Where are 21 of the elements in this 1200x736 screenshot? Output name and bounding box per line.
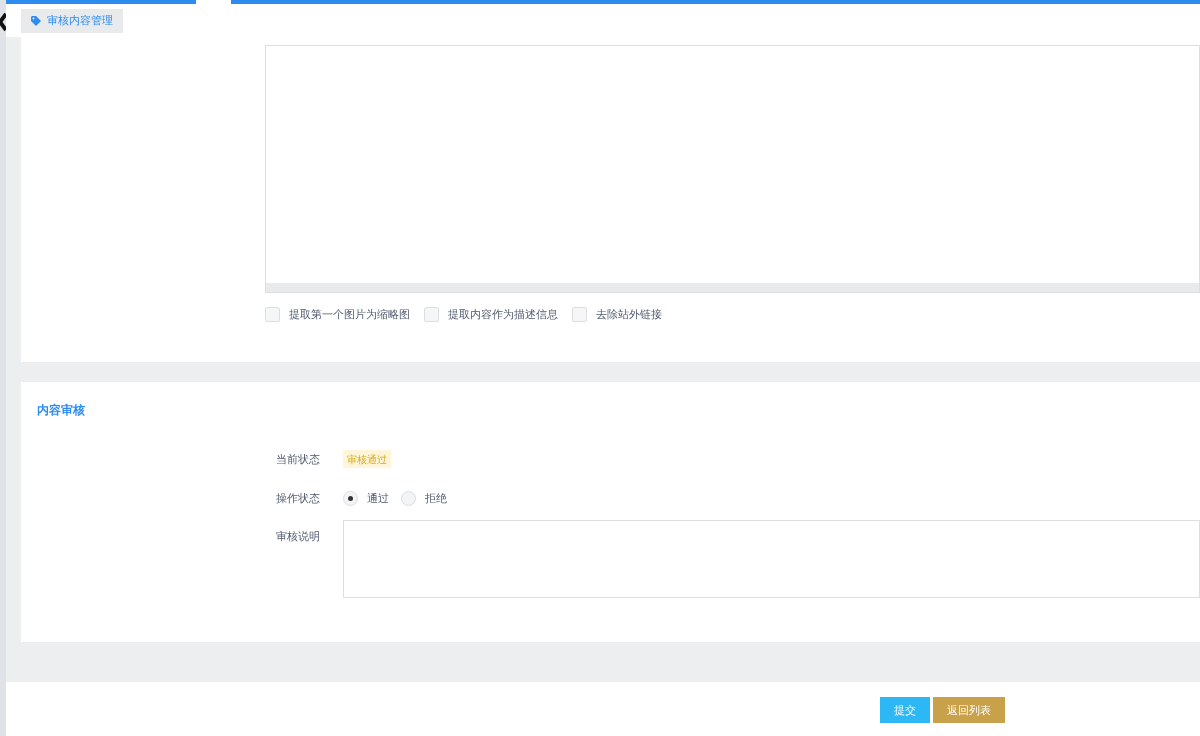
- radio-button[interactable]: [401, 490, 416, 506]
- page-tab[interactable]: 审核内容管理: [21, 8, 123, 33]
- field-label: 操作状态: [276, 490, 321, 506]
- editor-area[interactable]: [265, 45, 1200, 293]
- review-note-field[interactable]: [343, 520, 1200, 598]
- section-title: 内容审核: [37, 402, 86, 419]
- radio-label: 通过: [367, 490, 389, 506]
- checkbox[interactable]: [265, 306, 280, 322]
- radio-label: 拒绝: [425, 490, 447, 506]
- checkbox[interactable]: [572, 306, 587, 322]
- tag-icon: [31, 15, 41, 26]
- status-badge: 审核通过: [343, 450, 391, 468]
- checkbox-label: 去除站外链接: [596, 307, 662, 322]
- radio-button[interactable]: [343, 490, 358, 506]
- checkbox-label: 提取第一个图片为缩略图: [289, 307, 410, 322]
- checkbox-label: 提取内容作为描述信息: [448, 307, 558, 322]
- checkbox[interactable]: [424, 306, 439, 322]
- submit-button[interactable]: 提交: [880, 697, 930, 723]
- field-label: 当前状态: [276, 451, 321, 467]
- back-button[interactable]: 返回列表: [933, 697, 1005, 723]
- field-label: 审核说明: [276, 529, 321, 544]
